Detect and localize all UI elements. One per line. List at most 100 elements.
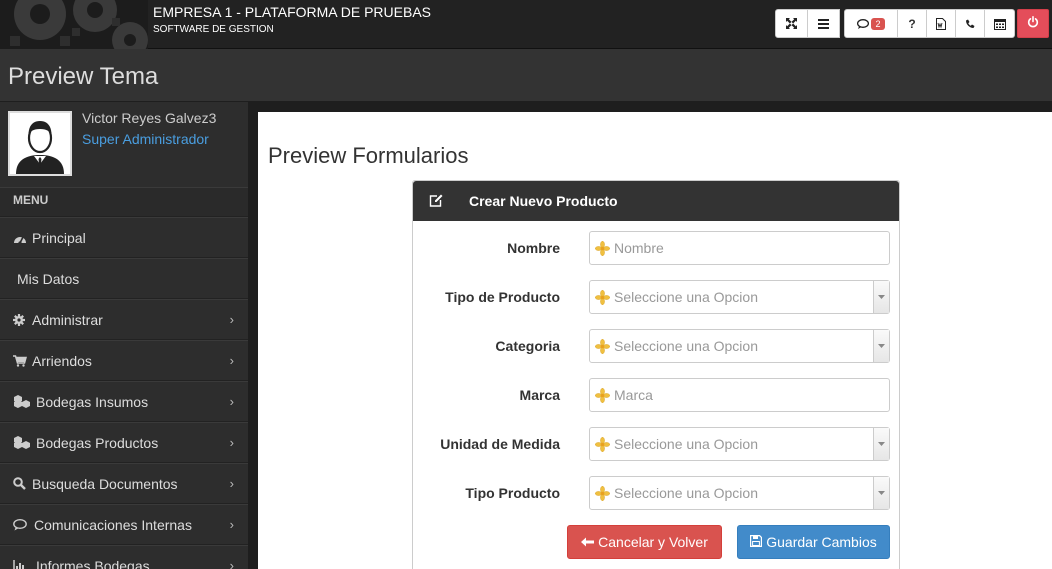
dropdown-arrow-icon[interactable]	[873, 281, 889, 313]
form-row-categoria: Categoria Seleccione una Opcion	[413, 329, 901, 363]
gear-icon	[13, 313, 29, 327]
toolbar-buttons: 2 ?	[775, 9, 1015, 38]
sidebar-item-arriendos[interactable]: Arriendos ›	[0, 340, 248, 381]
cancel-button-label: Cancelar y Volver	[598, 534, 708, 550]
form-row-unidad-de-medida: Unidad de Medida Seleccione una Opcion	[413, 427, 901, 461]
sidebar-item-label: Arriendos	[32, 352, 92, 369]
menu-toggle-button[interactable]	[807, 9, 840, 38]
messages-badge: 2	[871, 17, 885, 30]
word-doc-button[interactable]	[926, 9, 956, 38]
gears-logo	[0, 0, 148, 49]
cubes-icon	[13, 395, 33, 409]
page-header: Preview Tema	[0, 49, 1052, 102]
page-title: Preview Tema	[8, 63, 159, 90]
sidebar-item-bodegas-productos[interactable]: Bodegas Productos ›	[0, 422, 248, 463]
sidebar-item-principal[interactable]: Principal	[0, 217, 248, 258]
menu-heading: MENU	[0, 187, 248, 217]
dashboard-icon	[13, 231, 29, 245]
sidebar-item-label: Principal	[32, 229, 86, 246]
marca-input[interactable]: Marca	[589, 378, 890, 412]
question-icon: ?	[908, 16, 916, 31]
calendar-button[interactable]	[984, 9, 1015, 38]
field-label: Categoria	[495, 338, 560, 354]
sidebar-item-label: Busqueda Documentos	[32, 475, 178, 492]
cancel-button[interactable]: Cancelar y Volver	[567, 525, 722, 559]
tipo-producto-select[interactable]: Seleccione una Opcion	[589, 476, 890, 510]
form-row-nombre: Nombre Nombre	[413, 231, 901, 265]
form-actions: Cancelar y Volver Guardar Cambios	[413, 525, 901, 559]
asterisk-icon	[595, 289, 610, 305]
hamburger-icon	[818, 18, 829, 29]
dropdown-arrow-icon[interactable]	[873, 477, 889, 509]
bar-chart-icon	[13, 559, 33, 569]
asterisk-icon	[595, 338, 610, 354]
phone-button[interactable]	[955, 9, 985, 38]
chevron-right-icon: ›	[229, 517, 234, 532]
sidebar: Victor Reyes Galvez3 Super Administrador…	[0, 102, 248, 569]
floppy-disk-icon	[750, 534, 766, 550]
user-role-link[interactable]: Super Administrador	[82, 131, 209, 147]
nombre-placeholder: Nombre	[614, 240, 664, 256]
sidebar-item-administrar[interactable]: Administrar ›	[0, 299, 248, 340]
software-subtitle: SOFTWARE DE GESTION	[153, 24, 274, 35]
sidebar-item-comunicaciones-internas[interactable]: Comunicaciones Internas ›	[0, 504, 248, 545]
nombre-input[interactable]: Nombre	[589, 231, 890, 265]
calendar-icon	[993, 18, 1006, 30]
sidebar-item-label: Administrar	[32, 311, 103, 328]
sidebar-item-label: Bodegas Productos	[36, 434, 159, 451]
product-form-card: Crear Nuevo Producto Nombre Nombre Tipo …	[412, 180, 900, 569]
main-content: Preview Formularios Crear Nuevo Producto…	[258, 112, 1052, 569]
chevron-right-icon: ›	[229, 353, 234, 368]
edit-icon	[429, 194, 443, 212]
sidebar-item-bodegas-insumos[interactable]: Bodegas Insumos ›	[0, 381, 248, 422]
main-wrapper: Preview Formularios Crear Nuevo Producto…	[248, 102, 1052, 569]
asterisk-icon	[595, 436, 610, 452]
avatar[interactable]	[8, 111, 72, 176]
top-bar: EMPRESA 1 - PLATAFORMA DE PRUEBAS SOFTWA…	[0, 0, 1052, 49]
messages-button[interactable]: 2	[844, 9, 898, 38]
chevron-right-icon: ›	[229, 558, 234, 569]
tipo-de-producto-select[interactable]: Seleccione una Opcion	[589, 280, 890, 314]
power-icon	[1027, 15, 1039, 33]
logout-button[interactable]	[1017, 9, 1049, 38]
chat-icon	[857, 18, 870, 29]
dropdown-arrow-icon[interactable]	[873, 330, 889, 362]
arrow-left-icon	[581, 534, 598, 550]
word-file-icon	[936, 17, 946, 30]
save-button[interactable]: Guardar Cambios	[737, 525, 890, 559]
field-label: Tipo Producto	[465, 485, 560, 501]
asterisk-icon	[595, 387, 610, 403]
unidad-de-medida-select[interactable]: Seleccione una Opcion	[589, 427, 890, 461]
chat-icon	[13, 518, 31, 532]
sidebar-item-mis-datos[interactable]: Mis Datos	[0, 258, 248, 299]
select-placeholder: Seleccione una Opcion	[614, 485, 758, 501]
categoria-select[interactable]: Seleccione una Opcion	[589, 329, 890, 363]
chevron-right-icon: ›	[229, 476, 234, 491]
dropdown-arrow-icon[interactable]	[873, 428, 889, 460]
select-placeholder: Seleccione una Opcion	[614, 289, 758, 305]
expand-icon	[786, 18, 797, 29]
chevron-right-icon: ›	[229, 394, 234, 409]
sidebar-item-label: Bodegas Insumos	[36, 393, 149, 410]
form-row-marca: Marca Marca	[413, 378, 901, 412]
fullscreen-button[interactable]	[775, 9, 808, 38]
user-profile: Victor Reyes Galvez3 Super Administrador	[0, 102, 248, 187]
sidebar-item-busqueda-documentos[interactable]: Busqueda Documentos ›	[0, 463, 248, 504]
form-title: Preview Formularios	[268, 143, 469, 168]
help-button[interactable]: ?	[897, 9, 927, 38]
company-name: EMPRESA 1 - PLATAFORMA DE PRUEBAS	[153, 4, 431, 20]
form-row-tipo-de-producto: Tipo de Producto Seleccione una Opcion	[413, 280, 901, 314]
field-label: Nombre	[507, 240, 560, 256]
field-label: Marca	[519, 387, 560, 403]
asterisk-icon	[595, 240, 610, 256]
sidebar-item-informes-bodegas[interactable]: Informes Bodegas ›	[0, 545, 248, 569]
sidebar-item-label: Informes Bodegas	[36, 557, 150, 569]
card-title: Crear Nuevo Producto	[469, 193, 618, 209]
marca-placeholder: Marca	[614, 387, 653, 403]
asterisk-icon	[595, 485, 610, 501]
sidebar-item-label: Mis Datos	[17, 270, 80, 287]
sidebar-item-label: Comunicaciones Internas	[34, 516, 192, 533]
form-row-tipo-producto: Tipo Producto Seleccione una Opcion	[413, 476, 901, 510]
select-placeholder: Seleccione una Opcion	[614, 436, 758, 452]
save-button-label: Guardar Cambios	[766, 534, 877, 550]
